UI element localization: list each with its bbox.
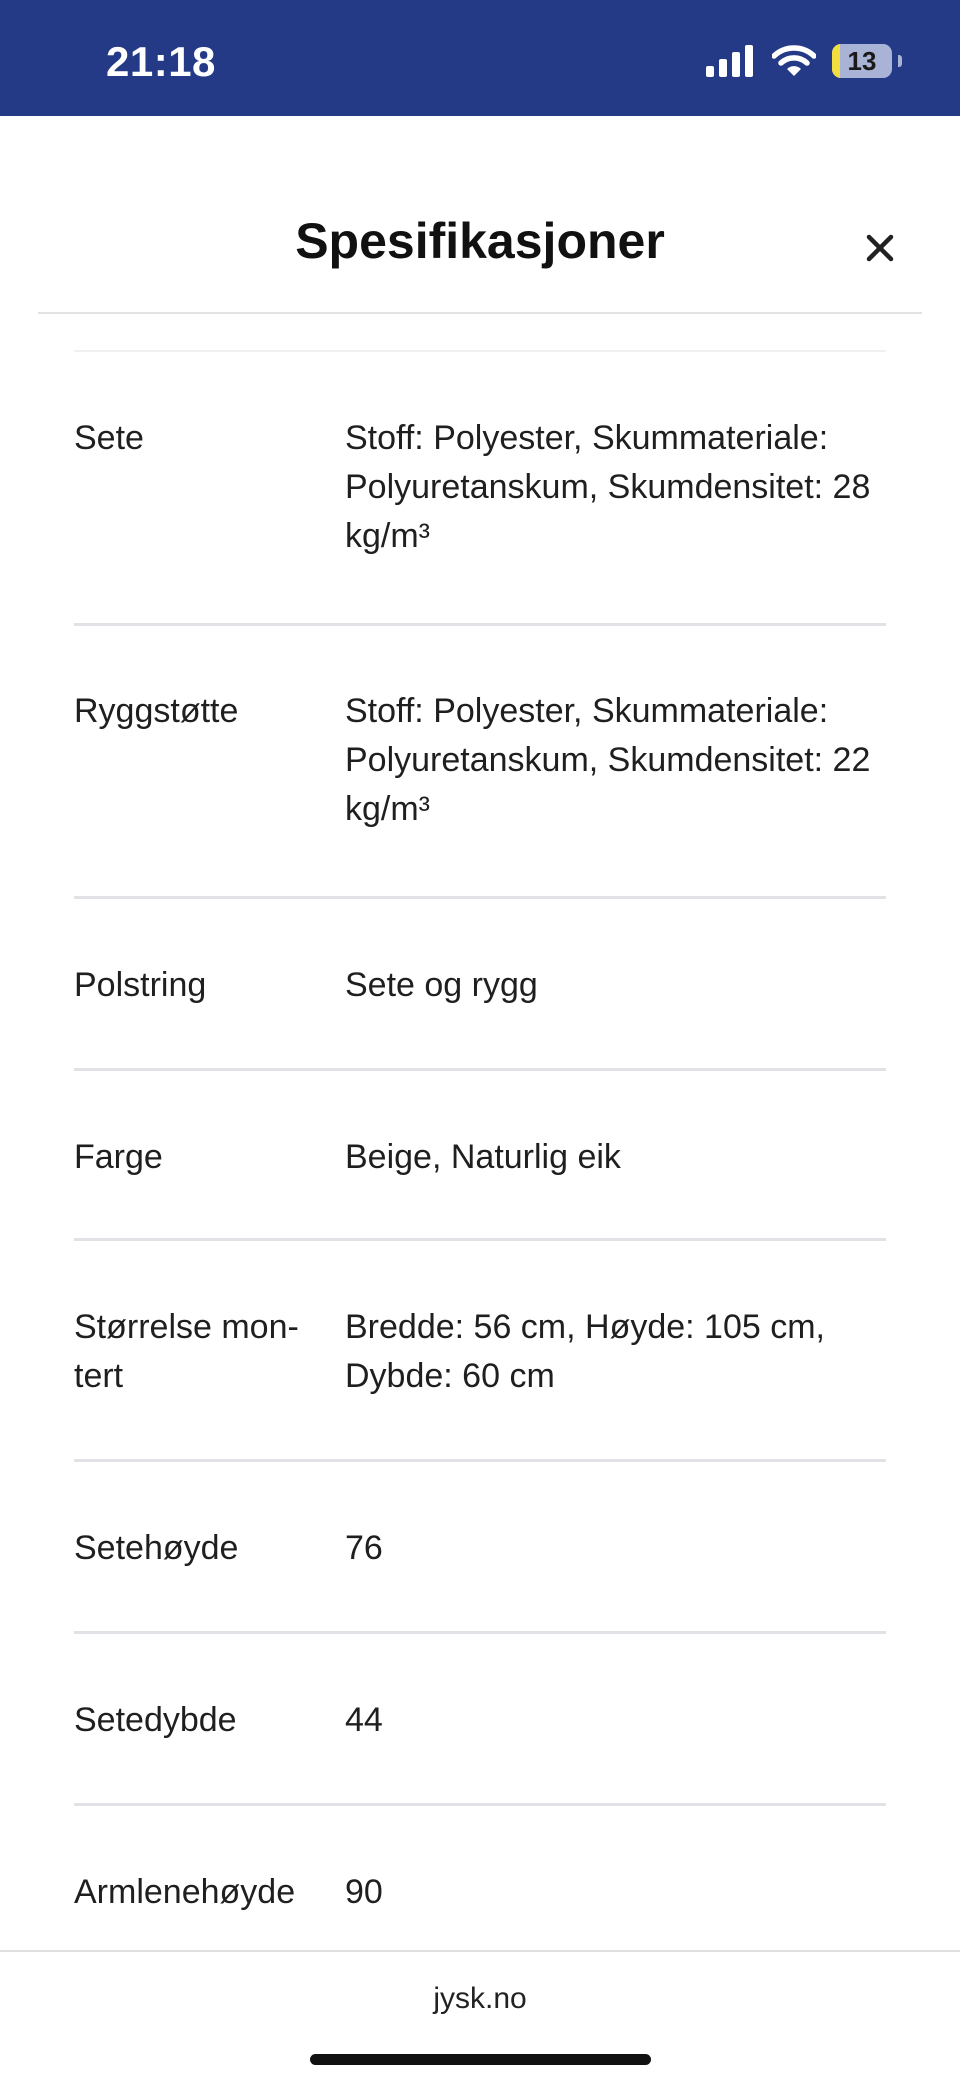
spec-label: Armlenehøyde xyxy=(74,1873,296,1911)
status-time: 21:18 xyxy=(106,38,216,85)
spec-value: Sete og rygg xyxy=(345,966,538,1004)
battery-icon: 13 xyxy=(832,44,902,78)
sheet-title: Spesifikasjoner xyxy=(295,213,665,269)
browser-bar: jysk.no xyxy=(0,1950,960,2078)
sheet-header: Spesifikasjoner xyxy=(0,116,960,314)
spec-label: Størrelse mon­tert xyxy=(74,1308,299,1395)
spec-row-farge: Farge Beige, Naturlig eik xyxy=(74,1071,886,1241)
spec-label: Setedybde xyxy=(74,1701,237,1739)
spec-value: Bredde: 56 cm, Høyde: 105 cm, Dybde: 60 … xyxy=(345,1308,825,1395)
close-icon xyxy=(866,234,894,262)
spec-value: 76 xyxy=(345,1529,383,1567)
spec-label: Ryggstøtte xyxy=(74,692,239,730)
spec-value: Stoff: Polyester, Skummateriale: Polyure… xyxy=(345,419,871,555)
spec-label: Polstring xyxy=(74,966,207,1004)
spec-row-sete: Sete Stoff: Polyester, Skummateriale: Po… xyxy=(74,352,886,626)
status-bar: 21:18 13 xyxy=(0,0,960,116)
spec-label: Sete xyxy=(74,419,144,457)
spec-row-polstring: Polstring Sete og rygg xyxy=(74,899,886,1071)
home-indicator[interactable] xyxy=(310,2054,651,2065)
spec-row-setehoyde: Setehøyde 76 xyxy=(74,1462,886,1634)
spec-label: Setehøyde xyxy=(74,1529,239,1567)
header-divider xyxy=(38,312,922,314)
spec-value: Beige, Naturlig eik xyxy=(345,1138,621,1176)
spec-value: Stoff: Polyester, Skummateriale: Polyure… xyxy=(345,692,871,828)
status-icons: 13 xyxy=(706,44,902,78)
url-label[interactable]: jysk.no xyxy=(0,1982,960,2016)
spec-row-ryggstotte: Ryggstøtte Stoff: Polyester, Skummateria… xyxy=(74,626,886,899)
spec-value: 44 xyxy=(345,1701,383,1739)
wifi-icon xyxy=(772,45,816,76)
spec-row-storrelse: Størrelse mon­tert Bredde: 56 cm, Høyde:… xyxy=(74,1241,886,1462)
spec-list: Sete Stoff: Polyester, Skummateriale: Po… xyxy=(74,350,886,1978)
spec-row-setedybde: Setedybde 44 xyxy=(74,1634,886,1806)
close-button[interactable] xyxy=(856,224,904,272)
cellular-signal-icon xyxy=(706,45,753,77)
battery-level: 13 xyxy=(847,45,877,76)
spec-label: Farge xyxy=(74,1138,163,1176)
spec-value: 90 xyxy=(345,1873,383,1911)
